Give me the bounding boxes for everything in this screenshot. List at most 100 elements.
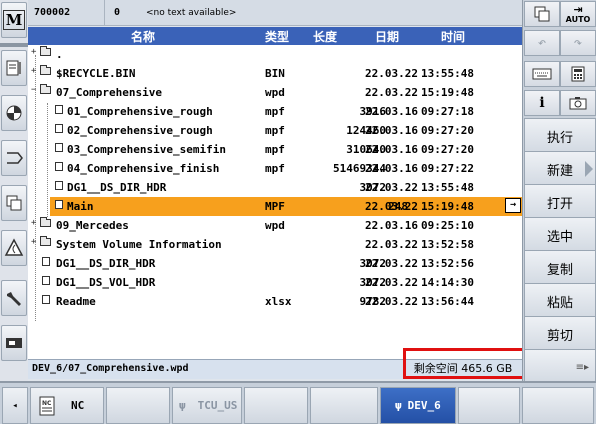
windows-icon: [534, 6, 550, 22]
calculator-icon: [571, 66, 585, 82]
collapse-icon: −: [31, 85, 37, 95]
list-item[interactable]: + $RECYCLE.BIN BIN 22.03.22 13:55:48: [28, 64, 522, 83]
file-name: Readme: [56, 295, 96, 308]
window-switch-button[interactable]: [524, 1, 560, 27]
target-icon: [6, 105, 22, 121]
empty-softkey[interactable]: [244, 387, 308, 424]
new-button[interactable]: 新建: [524, 151, 596, 187]
tcu-usb-tab[interactable]: ψ TCU_US: [172, 387, 242, 424]
dev6-tab[interactable]: ψ DEV_6: [380, 387, 456, 424]
status-divider: [104, 0, 105, 26]
file-name: 09_Mercedes: [56, 219, 129, 232]
file-date: 22.03.22: [365, 295, 418, 308]
list-item[interactable]: Readme xlsx 9782 22.03.22 13:56:44: [28, 292, 522, 311]
file-type: mpf: [265, 105, 285, 118]
redo-button[interactable]: ↷: [560, 30, 596, 56]
list-item-selected[interactable]: Main MPF 248 22.03.22 15:19:48 →: [50, 197, 522, 216]
list-item[interactable]: DG1__DS_DIR_HDR 3072 22.03.22 13:55:48: [28, 178, 522, 197]
empty-softkey[interactable]: [310, 387, 378, 424]
empty-softkey[interactable]: [522, 387, 594, 424]
warning-triangle-icon: [4, 238, 24, 256]
file-date: 22.03.22: [365, 67, 418, 80]
machine-icon: [6, 338, 22, 348]
execute-button[interactable]: 执行: [524, 118, 596, 154]
file-icon: [42, 295, 50, 304]
list-item[interactable]: + 09_Mercedes wpd 22.03.16 09:25:10: [28, 216, 522, 235]
more-softkeys-button[interactable]: ≡▸: [524, 349, 596, 385]
usb-icon: ψ: [179, 399, 186, 412]
file-name: 07_Comprehensive: [56, 86, 162, 99]
file-type: wpd: [265, 219, 285, 232]
keyboard-button[interactable]: [524, 61, 560, 87]
open-button[interactable]: 打开: [524, 184, 596, 220]
program-number: 700002: [34, 7, 71, 18]
list-item[interactable]: − 07_Comprehensive wpd 22.03.22 15:19:48: [28, 83, 522, 102]
file-icon: [55, 162, 63, 171]
column-name[interactable]: 名称: [131, 28, 155, 45]
column-time[interactable]: 时间: [441, 28, 465, 45]
info-button[interactable]: i: [524, 90, 560, 116]
program-edit-icon: [6, 60, 21, 76]
calculator-button[interactable]: [560, 61, 596, 87]
folder-icon: [40, 46, 51, 56]
file-time: 09:27:20: [421, 124, 474, 137]
tab-shape-icon: [7, 152, 23, 164]
nc-label: NC: [71, 399, 85, 412]
status-message: <no text available>: [146, 8, 237, 18]
offset-button[interactable]: [1, 140, 27, 176]
wrench-icon: [7, 292, 21, 306]
channel-number: 0: [114, 7, 121, 18]
file-time: 13:55:48: [421, 181, 474, 194]
list-item[interactable]: 01_Comprehensive_rough mpf 3916 22.03.16…: [28, 102, 522, 121]
list-item[interactable]: + .: [28, 45, 522, 64]
back-button[interactable]: ◂: [2, 387, 28, 424]
file-icon: [55, 200, 63, 209]
commissioning-button[interactable]: [1, 325, 27, 361]
service-button[interactable]: [1, 280, 27, 316]
column-size[interactable]: 长度: [313, 28, 337, 45]
list-item[interactable]: 04_Comprehensive_finish mpf 51469344 22.…: [28, 159, 522, 178]
expand-icon: +: [31, 47, 37, 57]
screenshot-button[interactable]: [560, 90, 596, 116]
file-date: 22.03.22: [365, 238, 418, 251]
file-type: MPF: [265, 200, 285, 213]
column-type[interactable]: 类型: [265, 28, 289, 45]
file-date: 22.03.16: [365, 143, 418, 156]
info-icon: i: [539, 95, 545, 111]
file-date: 22.03.22: [365, 200, 418, 213]
select-button[interactable]: 选中: [524, 217, 596, 253]
cut-button[interactable]: 剪切: [524, 316, 596, 352]
file-date: 22.03.22: [365, 257, 418, 270]
measure-button[interactable]: [1, 95, 27, 131]
copy-windows-button[interactable]: [1, 185, 27, 221]
machine-m-button[interactable]: M: [1, 2, 27, 38]
file-name: DG1__DS_DIR_HDR: [67, 181, 167, 194]
auto-mode-button[interactable]: ⇥ AUTO: [560, 1, 596, 27]
list-item[interactable]: 03_Comprehensive_semifin mpf 310640 22.0…: [28, 140, 522, 159]
empty-softkey[interactable]: [106, 387, 170, 424]
undo-button[interactable]: ↶: [524, 30, 560, 56]
status-line: 700002 0 <no text available>: [28, 0, 522, 26]
file-icon: [55, 105, 63, 114]
list-item[interactable]: DG1__DS_DIR_HDR 3072 22.03.22 13:52:56: [28, 254, 522, 273]
file-list[interactable]: + . + $RECYCLE.BIN BIN 22.03.22 13:55:48…: [28, 45, 522, 359]
empty-softkey[interactable]: [458, 387, 520, 424]
copy-button[interactable]: 复制: [524, 250, 596, 286]
list-item[interactable]: DG1__DS_VOL_HDR 3072 22.03.22 14:14:30: [28, 273, 522, 292]
file-time: 13:55:48: [421, 67, 474, 80]
file-type: mpf: [265, 162, 285, 175]
file-icon: [55, 124, 63, 133]
submenu-arrow-icon: [585, 161, 593, 177]
file-name: System Volume Information: [56, 238, 222, 251]
alarm-button[interactable]: [1, 230, 27, 266]
list-item[interactable]: 02_Comprehensive_rough mpf 124460 22.03.…: [28, 121, 522, 140]
table-header: 名称 类型 长度 日期 时间: [28, 27, 522, 45]
nc-tab[interactable]: NC NC: [30, 387, 104, 424]
list-item[interactable]: + System Volume Information 22.03.22 13:…: [28, 235, 522, 254]
paste-button[interactable]: 粘贴: [524, 283, 596, 319]
program-edit-button[interactable]: [1, 50, 27, 86]
select-arrow-icon[interactable]: →: [505, 198, 521, 213]
column-date[interactable]: 日期: [375, 28, 399, 45]
file-type: mpf: [265, 143, 285, 156]
file-time: 09:27:22: [421, 162, 474, 175]
